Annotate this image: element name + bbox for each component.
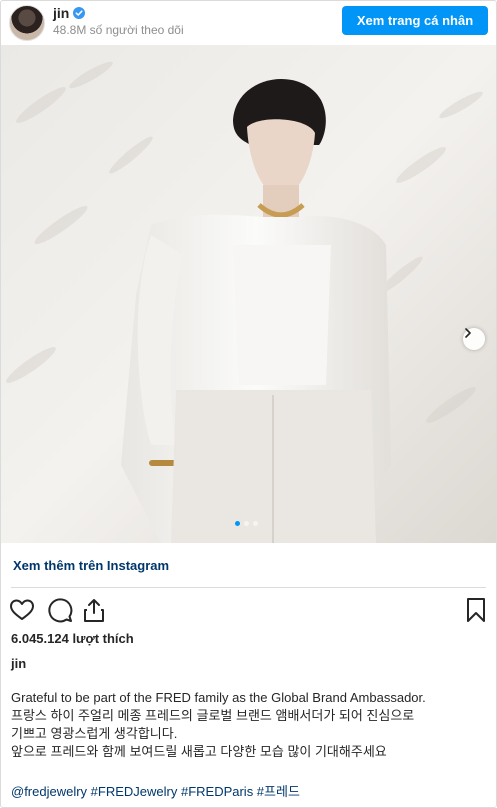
avatar[interactable] [9, 5, 45, 41]
carousel-dot [253, 521, 258, 526]
post-image-illustration [1, 45, 496, 543]
post-header: jin 48.8M số người theo dõi Xem trang cá… [1, 1, 496, 45]
caption-username[interactable]: jin [11, 656, 26, 671]
carousel-dot [244, 521, 249, 526]
caption-line: 앞으로 프레드와 함께 보여드릴 새롭고 다양한 모습 많이 기대해주세요 [11, 744, 387, 759]
carousel-dot [235, 521, 240, 526]
action-bar [9, 597, 489, 623]
share-icon[interactable] [81, 597, 107, 623]
caption-line: 기쁘고 영광스럽게 생각합니다. [11, 726, 178, 741]
comment-icon[interactable] [47, 597, 73, 623]
caption-text: Grateful to be part of the FRED family a… [11, 689, 489, 761]
caption-hashtags[interactable]: @fredjewelry #FREDJewelry #FREDParis #프레… [11, 781, 300, 800]
post-photo[interactable] [1, 45, 496, 543]
chevron-right-icon [465, 328, 471, 338]
instagram-embed-card: jin 48.8M số người theo dõi Xem trang cá… [0, 0, 497, 808]
verified-badge-icon [73, 7, 86, 19]
divider [11, 587, 486, 588]
view-more-on-instagram-link[interactable]: Xem thêm trên Instagram [13, 558, 169, 573]
follower-count: 48.8M số người theo dõi [53, 23, 184, 37]
carousel-dots [235, 521, 258, 526]
header-username[interactable]: jin [53, 5, 69, 21]
username-row: jin [53, 5, 86, 21]
bookmark-icon[interactable] [463, 597, 489, 623]
caption-line: 프랑스 하이 주얼리 메종 프레드의 글로벌 브랜드 앰배서더가 되어 진심으로 [11, 708, 415, 723]
view-profile-button[interactable]: Xem trang cá nhân [342, 6, 488, 35]
like-count[interactable]: 6.045.124 lượt thích [11, 631, 134, 646]
caption-line: Grateful to be part of the FRED family a… [11, 690, 426, 705]
heart-icon[interactable] [9, 597, 35, 623]
next-image-button[interactable] [463, 328, 485, 350]
